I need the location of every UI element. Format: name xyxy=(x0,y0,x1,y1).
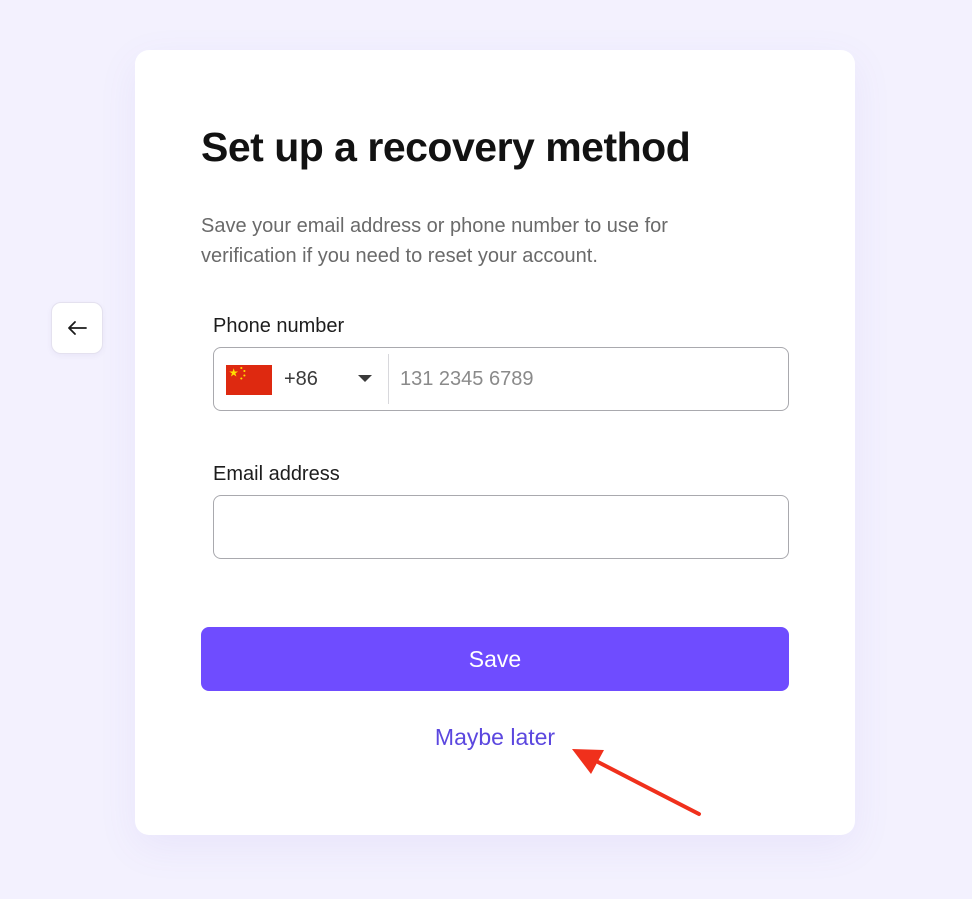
phone-number-label: Phone number xyxy=(213,315,345,337)
page-description: Save your email address or phone number … xyxy=(201,215,668,267)
china-flag-icon xyxy=(226,365,272,395)
email-address-label: Email address xyxy=(213,463,340,485)
arrow-left-icon xyxy=(68,321,87,335)
page-title: Set up a recovery method xyxy=(201,124,691,170)
maybe-later-link[interactable]: Maybe later xyxy=(201,722,789,752)
dial-code: +86 xyxy=(284,368,318,390)
email-address-input[interactable] xyxy=(213,495,789,559)
phone-number-field: +86 xyxy=(213,347,789,411)
country-code-select[interactable]: +86 xyxy=(214,348,388,410)
phone-number-input[interactable] xyxy=(400,358,770,400)
back-button[interactable] xyxy=(51,302,103,354)
recovery-card: Set up a recovery method Save your email… xyxy=(135,50,855,835)
chevron-down-icon xyxy=(358,375,372,382)
field-divider xyxy=(388,354,389,404)
save-button[interactable]: Save xyxy=(201,627,789,691)
